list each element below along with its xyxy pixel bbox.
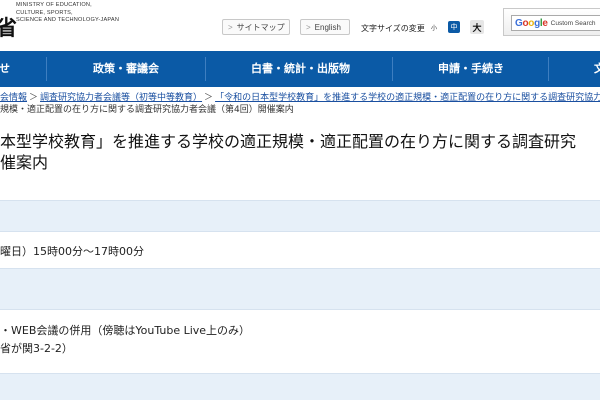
sitemap-label: サイトマップ [236,22,285,32]
nav-item-policy[interactable]: 政策・審議会 [93,51,159,87]
global-nav: せ 政策・審議会 白書・統計・出版物 申請・手続き 文 [0,51,600,87]
chevron-right-icon: > [306,22,311,32]
nav-divider [392,57,393,81]
nav-item-applications[interactable]: 申請・手続き [438,51,504,87]
breadcrumb-link[interactable]: 調査研究協力者会議等（初等中等教育） [40,93,202,103]
sitemap-link[interactable]: > サイトマップ [222,19,290,35]
nav-divider [46,57,47,81]
meeting-datetime: 曜日）15時00分～17時00分 [0,245,144,258]
page-title-line: 本型学校教育」を推進する学校の適正規模・適正配置の在り方に関する調査研究 [0,132,577,151]
meeting-venue-address: 省が関3-2-2） [0,342,73,355]
search-input[interactable]: Google Custom Search [511,15,600,31]
nav-divider [548,57,549,81]
fontsize-large-button[interactable]: 大 [470,20,484,34]
nav-item-partial-right[interactable]: 文 [594,51,600,87]
english-link[interactable]: > English [300,19,350,35]
logo-english[interactable]: MINISTRY OF EDUCATION, CULTURE, SPORTS, … [16,2,119,25]
search-placeholder: Custom Search [550,19,596,27]
meeting-venue: ・WEB会議の併用（傍聴はYouTube Live上のみ） [0,324,251,337]
google-logo: Google [515,17,548,29]
logo-kanji[interactable]: 省 [0,12,17,42]
logo-english-line: SCIENCE AND TECHNOLOGY-JAPAN [16,17,120,23]
section-header-band [0,373,600,400]
nav-item-publications[interactable]: 白書・統計・出版物 [251,51,350,87]
fontsize-label: 文字サイズの変更 [361,24,425,33]
breadcrumb-link[interactable]: 会情報 [0,93,27,103]
breadcrumb-separator: ＞ [204,93,214,103]
chevron-right-icon: > [228,22,233,32]
fontsize-small-button[interactable]: 小 [428,21,440,33]
fontsize-medium-button[interactable]: 中 [448,21,460,33]
breadcrumb: 会情報＞調査研究協力者会議等（初等中等教育）＞「令和の日本型学校教育」を推進する… [0,92,600,104]
breadcrumb-separator: ＞ [29,93,39,103]
site-search-box: Google Custom Search [503,8,600,36]
breadcrumb-link[interactable]: 「令和の日本型学校教育」を推進する学校の適正規模・適正配置の在り方に関する調査研… [215,93,600,103]
nav-divider [205,57,206,81]
page-title: 本型学校教育」を推進する学校の適正規模・適正配置の在り方に関する調査研究 催案内 [0,131,600,173]
breadcrumb-current: 規模・適正配置の在り方に関する調査研究協力者会議（第4回）開催案内 [0,105,294,115]
nav-item-partial-left[interactable]: せ [0,51,10,87]
section-header-band [0,268,600,310]
logo-english-line: MINISTRY OF EDUCATION, [16,2,92,8]
logo-english-line: CULTURE, SPORTS, [16,9,73,16]
section-header-band [0,200,600,232]
english-label: English [314,22,341,32]
page-title-line: 催案内 [0,153,49,172]
site-header: 省 MINISTRY OF EDUCATION, CULTURE, SPORTS… [0,0,600,51]
